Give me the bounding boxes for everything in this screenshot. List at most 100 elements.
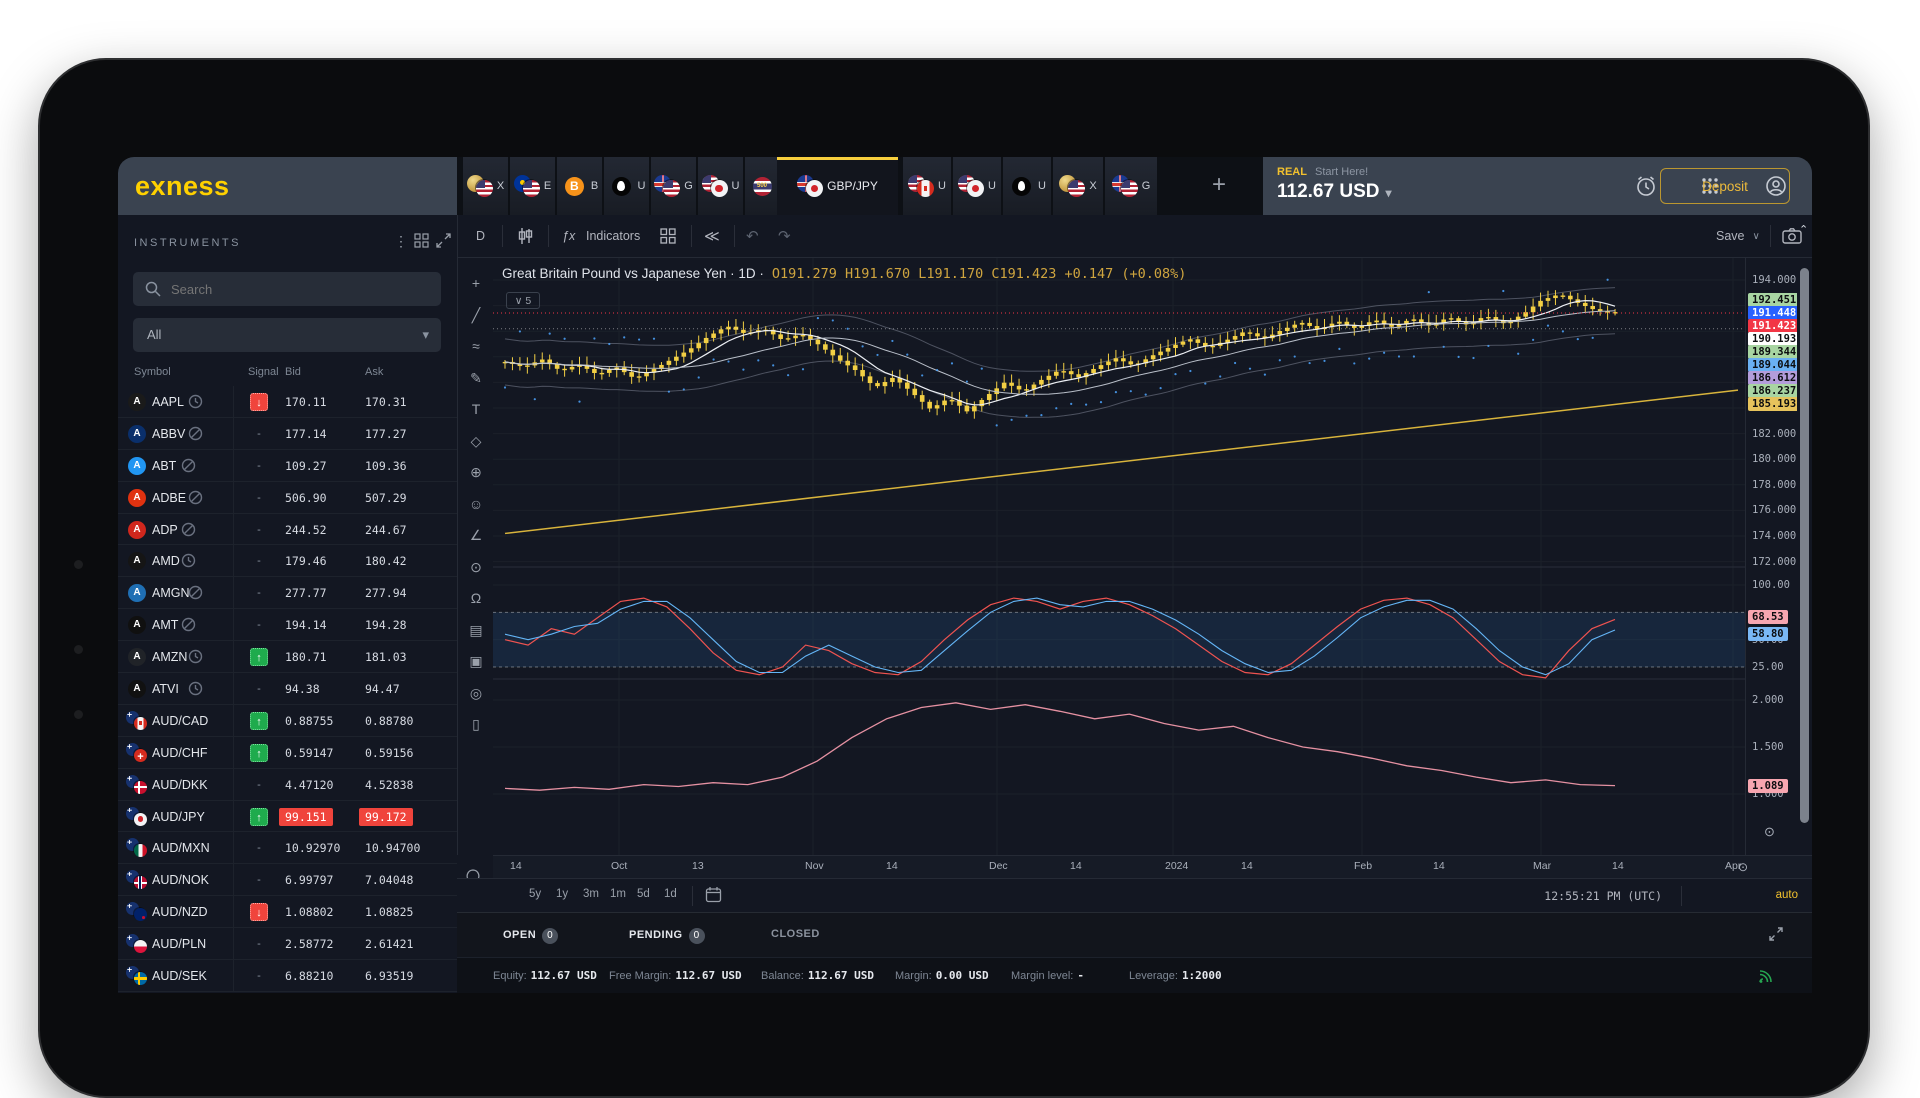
tab-closed[interactable]: CLOSED [771, 928, 820, 940]
time-axis[interactable]: 14Oct13Nov14Dec14202414Feb14Mar14Apr⊙ [493, 855, 1812, 878]
edit-tool-icon[interactable]: ▤ [458, 617, 494, 645]
signal-badge: - [250, 616, 268, 634]
instrument-row[interactable]: AUD/PLN-2.587722.61421 [118, 928, 457, 960]
instrument-row[interactable]: AABT-109.27109.36 [118, 450, 457, 482]
rewind-icon[interactable]: ≪ [704, 215, 720, 257]
tab-instrument[interactable]: U [698, 157, 743, 215]
deposit-button[interactable]: Deposit [1660, 168, 1790, 204]
auto-scale-toggle[interactable]: auto [1776, 889, 1798, 901]
camera-icon[interactable] [1782, 215, 1802, 257]
instrument-row[interactable]: AADP-244.52244.67 [118, 514, 457, 546]
save-button[interactable]: Save∨ [1716, 215, 1760, 257]
candlestick-chart[interactable] [493, 258, 1745, 855]
tab-instrument[interactable]: X [463, 157, 508, 215]
indicator-legend-chip[interactable]: ∨ 5 [506, 292, 540, 309]
redo-icon[interactable]: ↷ [778, 215, 791, 257]
zoom-tool-icon[interactable]: ⊙ [458, 554, 494, 582]
instrument-row[interactable]: AUD/CHF↑0.591470.59156 [118, 737, 457, 769]
axis-settings-icon[interactable]: ⊙ [1764, 824, 1775, 840]
timeframe-1d[interactable]: 1d [664, 888, 677, 900]
timeframe-5d[interactable]: 5d [637, 888, 650, 900]
instrument-symbol: AUD/JPY [152, 810, 205, 824]
tab-instrument[interactable]: G [651, 157, 696, 215]
tab-pending[interactable]: PENDING0 [629, 928, 705, 944]
tab-instrument[interactable]: E [510, 157, 555, 215]
instrument-row[interactable]: AABBV-177.14177.27 [118, 418, 457, 450]
lower-indicator-tick: 2.000 [1752, 694, 1784, 706]
watchlist-grid-icon[interactable] [414, 233, 429, 253]
tab-instrument[interactable]: U [1003, 157, 1051, 215]
lock-tool-icon[interactable]: ▣ [458, 648, 494, 676]
tab-instrument[interactable]: U [953, 157, 1001, 215]
trash-tool-icon[interactable]: ▯ [458, 711, 494, 739]
scrollbar-thumb[interactable] [1800, 268, 1809, 823]
instrument-row[interactable]: AUD/SEK-6.882106.93519 [118, 960, 457, 992]
indicators-button[interactable]: Indicators [586, 215, 640, 257]
fx-icon[interactable]: ƒx [562, 215, 575, 257]
instrument-row[interactable]: AAAPL↓170.11170.31 [118, 386, 457, 418]
price-badge: 189.044 [1748, 358, 1797, 372]
collapse-panel-icon[interactable] [436, 233, 451, 253]
scroll-up-icon[interactable]: ⌃ [1799, 223, 1808, 236]
eye-tool-icon[interactable]: ◎ [458, 680, 494, 708]
position-tool-icon[interactable]: ⊕ [458, 459, 494, 487]
timezone-settings-icon[interactable]: ⊙ [1738, 860, 1748, 874]
bid-value: 180.71 [285, 650, 327, 664]
timeframe-1m[interactable]: 1m [610, 888, 626, 900]
account-balance[interactable]: 112.67 USD▾ [1277, 181, 1392, 203]
instrument-symbol: ABBV [152, 427, 185, 441]
category-filter-select[interactable]: All▾ [133, 318, 441, 352]
text-tool-icon[interactable]: T [458, 396, 494, 424]
crosshair-tool-icon[interactable]: + [458, 270, 494, 298]
tab-instrument[interactable]: G [1105, 157, 1157, 215]
magnet-tool-icon[interactable]: Ω [458, 585, 494, 613]
stock-icon: A [128, 680, 146, 698]
instrument-flag-icon: B [561, 175, 587, 197]
search-input[interactable] [171, 272, 431, 306]
emoji-tool-icon[interactable]: ☺ [458, 491, 494, 519]
alarm-icon[interactable] [1633, 173, 1659, 199]
instrument-row[interactable]: AUD/MXN-10.9297010.94700 [118, 832, 457, 864]
timeframe-5y[interactable]: 5y [529, 888, 541, 900]
instrument-row[interactable]: AUD/JPY↑99.15199.172 [118, 801, 457, 833]
instrument-row[interactable]: AATVI-94.3894.47 [118, 673, 457, 705]
menu-dots-icon[interactable]: ⋮ [394, 233, 408, 250]
instrument-row[interactable]: AAMD-179.46180.42 [118, 545, 457, 577]
tab-instrument[interactable]: U [903, 157, 951, 215]
instrument-row[interactable]: AADBE-506.90507.29 [118, 482, 457, 514]
instrument-row[interactable]: AAMZN↑180.71181.03 [118, 641, 457, 673]
add-tab-button[interactable]: + [1212, 171, 1226, 199]
chart-style-icon[interactable] [516, 215, 534, 257]
timeframe-3m[interactable]: 3m [583, 888, 599, 900]
timeframe-1y[interactable]: 1y [556, 888, 568, 900]
tab-instrument[interactable]: U [604, 157, 649, 215]
instrument-row[interactable]: AAMT-194.14194.28 [118, 609, 457, 641]
clock-utc[interactable]: 12:55:21 PM (UTC) [1544, 889, 1662, 903]
status-item: Leverage:1:2000 [1129, 969, 1222, 982]
instrument-row[interactable]: AUD/NZD↓1.088021.08825 [118, 896, 457, 928]
ask-value: 277.94 [365, 586, 407, 600]
calendar-icon[interactable] [705, 886, 722, 906]
pattern-tool-icon[interactable]: ◇ [458, 428, 494, 456]
tab-instrument-active[interactable]: GBP/JPY [777, 157, 898, 215]
app-screen: exness XEBBUGUUGBP/JPYUUUXG+ REAL Start … [118, 157, 1812, 993]
layout-grid-icon[interactable] [660, 215, 676, 257]
blocked-icon [188, 490, 203, 505]
tab-instrument[interactable]: BB [557, 157, 602, 215]
divider [691, 225, 692, 247]
tab-open[interactable]: OPEN0 [503, 928, 558, 944]
brush-tool-icon[interactable]: ✎ [458, 365, 494, 393]
instrument-row[interactable]: AUD/CAD↑0.887550.88780 [118, 705, 457, 737]
price-axis[interactable]: 196.000194.000184.000182.000180.000178.0… [1745, 258, 1797, 855]
instrument-row[interactable]: AAMGN-277.77277.94 [118, 577, 457, 609]
channel-tool-icon[interactable]: ≈ [458, 333, 494, 361]
tab-instrument[interactable]: X [1053, 157, 1103, 215]
instrument-flag-icon [514, 175, 540, 197]
instrument-row[interactable]: AUD/DKK-4.471204.52838 [118, 769, 457, 801]
ruler-tool-icon[interactable]: ∠ [458, 522, 494, 550]
instrument-row[interactable]: AUD/NOK-6.997977.04048 [118, 864, 457, 896]
expand-panel-icon[interactable] [1768, 926, 1784, 947]
interval-button[interactable]: D [476, 215, 485, 257]
undo-icon[interactable]: ↶ [746, 215, 759, 257]
trend-line-tool-icon[interactable]: ╱ [458, 302, 494, 330]
